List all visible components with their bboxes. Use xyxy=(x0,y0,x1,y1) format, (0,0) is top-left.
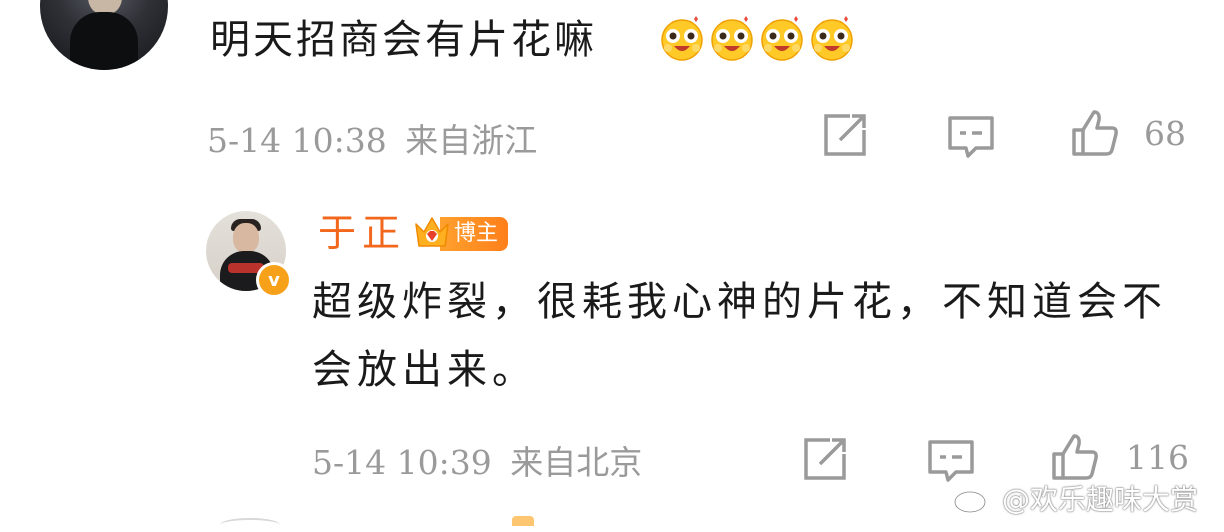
reply-meta: 5-14 10:39 来自北京 xyxy=(312,436,642,484)
comment-button[interactable] xyxy=(946,112,996,162)
laughing-emoji-icon xyxy=(758,14,806,62)
watermark: @欢乐趣味大赏 xyxy=(952,478,1198,518)
comment-meta: 5-14 10:38 来自浙江 xyxy=(207,114,537,162)
verified-badge-icon: v xyxy=(256,262,292,298)
watermark-text: @欢乐趣味大赏 xyxy=(1002,483,1199,516)
reply-like-button[interactable] xyxy=(1050,432,1100,482)
comment-location: 来自浙江 xyxy=(405,121,538,160)
author-name[interactable]: 于正 xyxy=(318,206,406,260)
share-icon xyxy=(824,114,866,156)
like-icon xyxy=(1072,110,1118,156)
reply-location: 来自北京 xyxy=(510,443,643,482)
commenter-avatar[interactable] xyxy=(40,0,168,70)
comment-timestamp: 5-14 10:38 xyxy=(207,121,387,160)
comment-text: 明天招商会有片花嘛 xyxy=(210,17,597,63)
comment-emojis xyxy=(658,14,856,62)
weibo-logo-icon xyxy=(952,481,996,515)
comment-icon xyxy=(948,116,994,158)
reply-timestamp: 5-14 10:39 xyxy=(312,443,492,482)
like-icon xyxy=(1052,434,1098,480)
laughing-emoji-icon xyxy=(658,14,706,62)
share-icon xyxy=(804,438,846,480)
comment-like-count: 68 xyxy=(1144,114,1186,153)
next-comment-avatar-edge xyxy=(220,518,280,532)
reply-like-count: 116 xyxy=(1126,438,1189,477)
reply-text: 超级炸裂，很耗我心神的片花，不知道会不会放出来。 xyxy=(312,279,1167,393)
laughing-emoji-icon xyxy=(708,14,756,62)
laughing-emoji-icon xyxy=(808,14,856,62)
like-button[interactable] xyxy=(1070,108,1120,158)
crown-icon xyxy=(412,214,452,252)
share-button[interactable] xyxy=(820,110,870,160)
reply-share-button[interactable] xyxy=(800,434,850,484)
